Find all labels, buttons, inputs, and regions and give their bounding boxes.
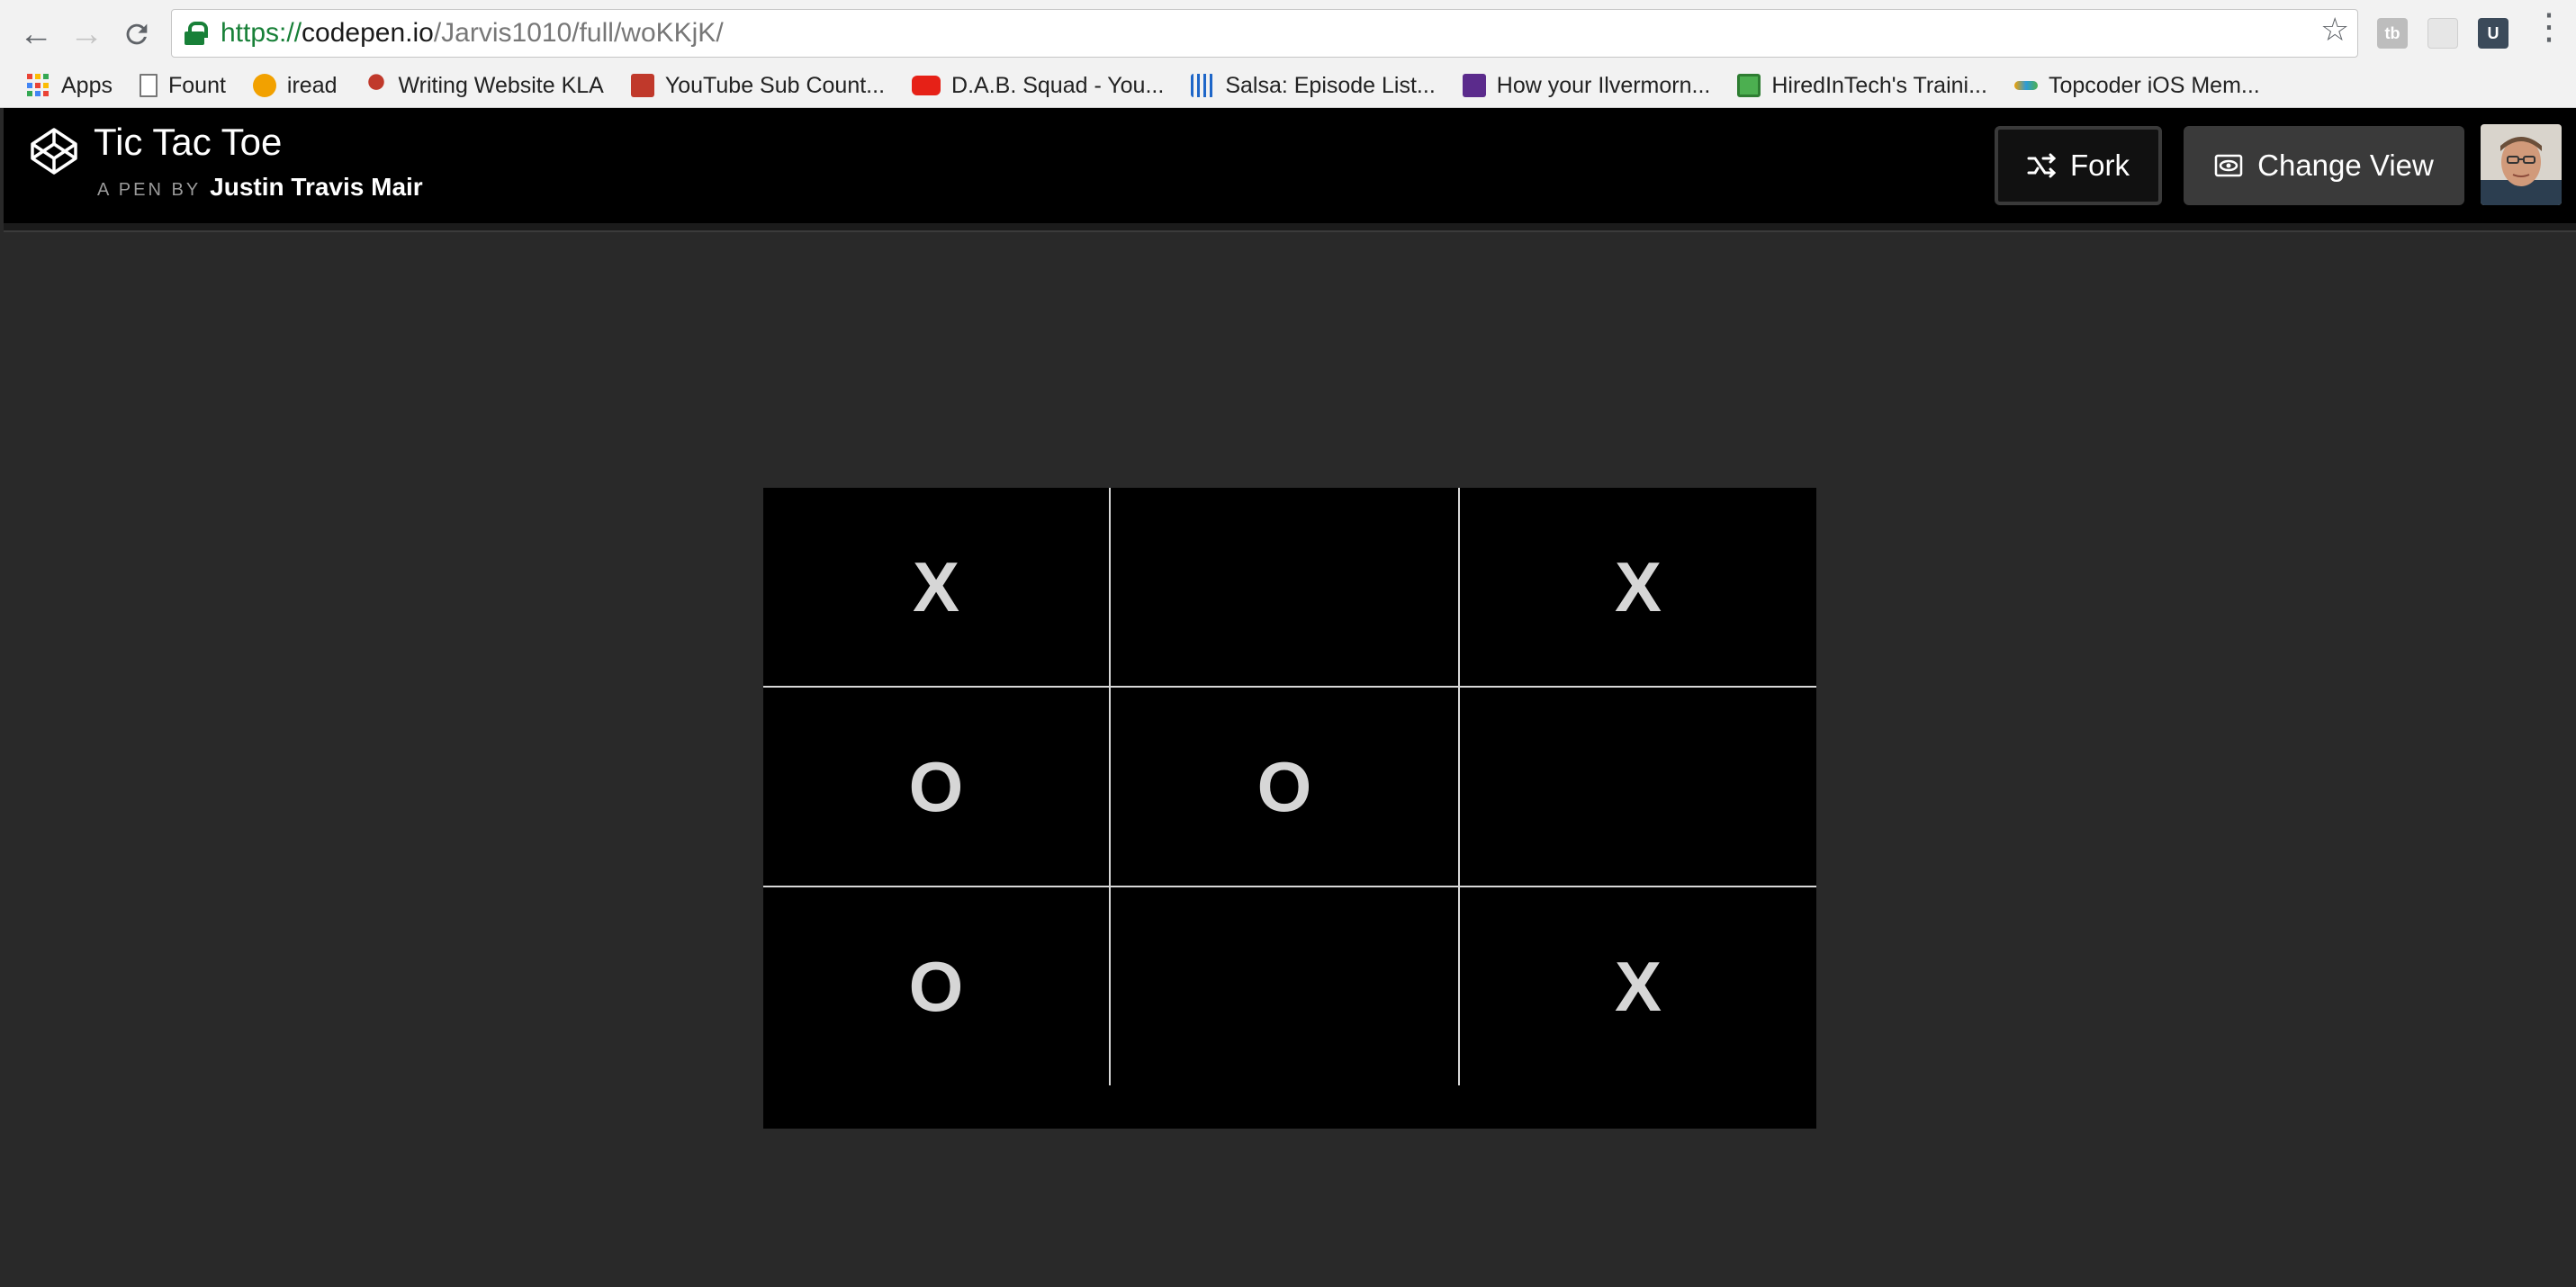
- header-divider: [4, 223, 2576, 232]
- fork-icon: [2027, 153, 2056, 178]
- back-button[interactable]: ←: [14, 13, 58, 56]
- cell-1-1[interactable]: O: [1111, 688, 1458, 886]
- page-icon: [139, 74, 158, 97]
- bookmark-iread[interactable]: iread: [252, 73, 338, 99]
- lock-icon: [185, 22, 208, 45]
- bookmark-youtube-sub-count[interactable]: YouTube Sub Count...: [630, 73, 885, 99]
- fork-label: Fork: [2070, 148, 2130, 182]
- bookmark-hiredintech[interactable]: HiredInTech's Traini...: [1737, 73, 1987, 99]
- cell-0-1[interactable]: [1111, 488, 1458, 686]
- tic-tac-toe-board: X X O O O X: [763, 488, 1816, 1129]
- topcoder-icon: [2013, 81, 2038, 90]
- codepen-logo-icon[interactable]: [29, 126, 79, 176]
- url-text: https://codepen.io/Jarvis1010/full/woKKj…: [221, 18, 724, 48]
- cell-2-0[interactable]: O: [763, 887, 1109, 1085]
- cell-0-2[interactable]: X: [1460, 488, 1816, 686]
- h-icon: [1462, 74, 1486, 97]
- hiredintech-icon: [1737, 74, 1761, 97]
- bookmark-fount[interactable]: Fount: [139, 73, 226, 99]
- youtube-icon: [912, 76, 941, 95]
- ysc-icon: [630, 74, 654, 97]
- eye-icon: [2214, 154, 2243, 177]
- bookmark-ilvermorny[interactable]: How your Ilvermorn...: [1462, 73, 1710, 99]
- forward-arrow-icon: →: [69, 15, 104, 53]
- bookmark-topcoder[interactable]: Topcoder iOS Mem...: [2013, 73, 2260, 99]
- cell-2-1[interactable]: [1111, 887, 1458, 1085]
- grid-line-horizontal-2: [763, 886, 1816, 887]
- u-extension-icon[interactable]: U: [2478, 18, 2508, 49]
- bookmark-apps[interactable]: Apps: [27, 73, 113, 99]
- grid-line-vertical-1: [1109, 488, 1111, 1085]
- fork-button[interactable]: Fork: [1995, 126, 2162, 205]
- avatar[interactable]: [2481, 124, 2562, 205]
- pen-title: Tic Tac Toe: [94, 121, 283, 163]
- bookmark-salsa[interactable]: Salsa: Episode List...: [1191, 73, 1436, 99]
- bookmark-writing-website[interactable]: Writing Website KLA: [364, 73, 604, 99]
- codepen-header: Tic Tac Toe A PEN BY Justin Travis Mair …: [4, 108, 2576, 223]
- reload-icon: [126, 23, 148, 45]
- octopus-icon: [364, 74, 388, 97]
- grid-line-horizontal-1: [763, 686, 1816, 688]
- back-arrow-icon: ←: [19, 15, 53, 53]
- cell-1-0[interactable]: O: [763, 688, 1109, 886]
- bookmark-star-icon[interactable]: ☆: [2320, 11, 2349, 49]
- pen-byline: A PEN BY Justin Travis Mair: [97, 173, 423, 202]
- tb-extension-icon[interactable]: tb: [2377, 18, 2408, 49]
- address-bar[interactable]: https://codepen.io/Jarvis1010/full/woKKj…: [171, 9, 2358, 58]
- extension-icon[interactable]: [2427, 18, 2458, 49]
- browser-chrome: ← → https://codepen.io/Jarvis1010/full/w…: [0, 0, 2576, 108]
- apps-grid-icon: [27, 74, 50, 97]
- byline-prefix: A PEN BY: [97, 180, 202, 200]
- orange-circle-icon: [252, 74, 276, 97]
- cell-0-0[interactable]: X: [763, 488, 1109, 686]
- grid-line-vertical-2: [1458, 488, 1460, 1085]
- cell-2-2[interactable]: X: [1460, 887, 1816, 1085]
- bookmark-dab-squad[interactable]: D.A.B. Squad - You...: [912, 73, 1164, 99]
- cell-1-2[interactable]: [1460, 688, 1816, 886]
- salsa-icon: [1191, 74, 1215, 97]
- author-link[interactable]: Justin Travis Mair: [210, 173, 423, 202]
- chrome-menu-icon[interactable]: ⋮: [2531, 9, 2567, 45]
- bookmarks-bar: Apps Fount iread Writing Website KLA You…: [0, 65, 2576, 106]
- reload-button[interactable]: [115, 13, 158, 56]
- forward-button[interactable]: →: [65, 13, 108, 56]
- change-view-label: Change View: [2257, 148, 2434, 182]
- change-view-button[interactable]: Change View: [2184, 126, 2464, 205]
